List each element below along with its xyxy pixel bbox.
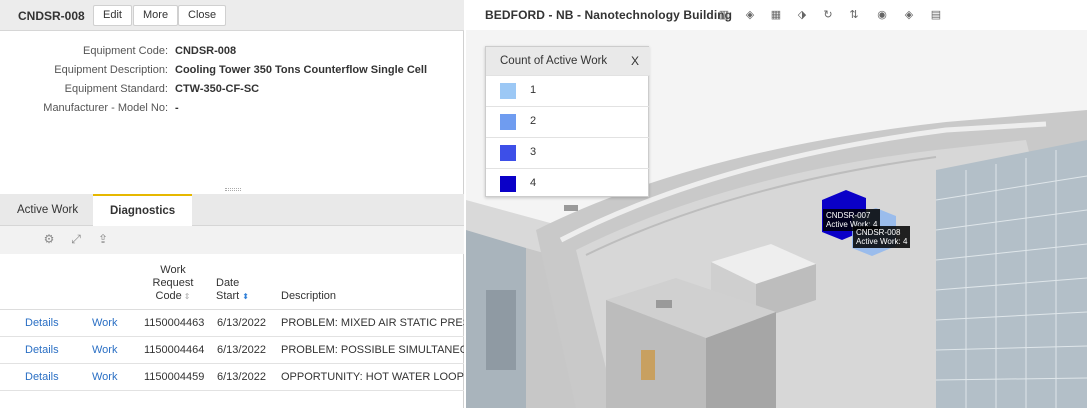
legend-swatch — [500, 114, 516, 130]
field-row-manufacturer-model: Manufacturer - Model No: - — [0, 102, 464, 121]
date-start: 6/13/2022 — [217, 317, 266, 329]
details-link[interactable]: Details — [25, 364, 59, 390]
legend-close-button[interactable]: X — [631, 54, 639, 68]
close-button[interactable]: Close — [178, 5, 227, 26]
field-value: CNDSR-008 — [175, 45, 237, 57]
table-header: Work Request Code ⇕ Date Start ⬍ Descripti… — [0, 254, 464, 310]
record-title: CNDSR-008 — [18, 9, 85, 23]
field-row-equipment-standard: Equipment Standard: CTW-350-CF-SC — [0, 83, 464, 102]
field-value: - — [175, 102, 179, 114]
description: PROBLEM: MIXED AIR STATIC PRESSURE — [281, 317, 464, 329]
legend-swatch — [500, 83, 516, 99]
legend-header: Count of Active Work X — [486, 47, 650, 75]
viewer-title: BEDFORD - NB - Nanotechnology Building — [485, 8, 733, 22]
table-row: Details Work 1150004459 6/13/2022 OPPORT… — [0, 364, 464, 391]
more-button[interactable]: More — [133, 5, 179, 26]
column-header-work-request-code[interactable]: Work Request Code ⇕ — [148, 264, 198, 303]
viewer-toolbar: BEDFORD - NB - Nanotechnology Building ▥… — [466, 0, 1087, 30]
legend-title: Count of Active Work — [500, 55, 608, 67]
legend-item: 2 — [486, 106, 650, 137]
legend-swatch — [500, 176, 516, 192]
table-toolbar: ⚙ ⤢ ⇪ — [0, 226, 464, 254]
work-request-code: 1150004459 — [144, 371, 205, 383]
date-start: 6/13/2022 — [217, 371, 266, 383]
book-icon[interactable]: ▥ — [716, 7, 732, 23]
legend-label: 4 — [530, 177, 537, 189]
legend-label: 2 — [530, 115, 537, 127]
field-value: Cooling Tower 350 Tons Counterflow Singl… — [175, 64, 427, 76]
description: OPPORTUNITY: HOT WATER LOOP TEMP — [281, 371, 464, 383]
work-link[interactable]: Work — [92, 364, 117, 390]
splitter-grip-icon[interactable] — [225, 188, 241, 191]
tag-equipment-code: CNDSR-008 — [856, 228, 901, 237]
record-header: CNDSR-008 Edit More Close — [0, 0, 464, 31]
details-link[interactable]: Details — [25, 310, 59, 336]
expand-icon[interactable]: ⤢ — [69, 232, 83, 246]
legend-item: 3 — [486, 137, 650, 168]
column-header-date-start[interactable]: Date Start ⬍ — [216, 277, 264, 303]
work-link[interactable]: Work — [92, 310, 117, 336]
equipment-tag-cndsr-008[interactable]: CNDSR-008 Active Work: 4 — [853, 226, 911, 248]
legend-item: 1 — [486, 75, 650, 106]
field-label: Equipment Code: — [83, 45, 168, 57]
table-row: Details Work 1150004464 6/13/2022 PROBLE… — [0, 337, 464, 364]
building-3d-viewer[interactable]: BEDFORD - NB - Nanotechnology Building ▥… — [466, 0, 1087, 408]
active-work-legend: Count of Active Work X 1 2 3 4 — [485, 46, 650, 199]
edit-button[interactable]: Edit — [93, 5, 132, 26]
work-request-code: 1150004464 — [144, 344, 205, 356]
eye-icon[interactable]: ◉ — [874, 7, 890, 23]
export-icon[interactable]: ⇪ — [96, 232, 110, 246]
sort-icon[interactable]: ⇕ — [184, 292, 191, 301]
field-row-equipment-code: Equipment Code: CNDSR-008 — [0, 45, 464, 64]
legend-item: 4 — [486, 168, 650, 199]
field-row-equipment-description: Equipment Description: Cooling Tower 350… — [0, 64, 464, 83]
rotate-icon[interactable]: ↻ — [820, 7, 836, 23]
legend-label: 1 — [530, 84, 537, 96]
column-header-label: Date Start — [216, 277, 240, 302]
sort-descending-icon[interactable]: ⬍ — [242, 292, 249, 301]
work-link[interactable]: Work — [92, 337, 117, 363]
date-start: 6/13/2022 — [217, 344, 266, 356]
description: PROBLEM: POSSIBLE SIMULTANEOUS OF — [281, 344, 464, 356]
tag-equipment-code: CNDSR-007 — [826, 211, 871, 220]
field-label: Manufacturer - Model No: — [43, 102, 168, 114]
legend-label: 3 — [530, 146, 537, 158]
tab-bar: Active Work Diagnostics — [0, 194, 464, 227]
grid-icon[interactable]: ▦ — [768, 7, 784, 23]
field-value: CTW-350-CF-SC — [175, 83, 260, 95]
route-icon[interactable]: ⇅ — [846, 7, 862, 23]
table-row: Details Work 1150004463 6/13/2022 PROBLE… — [0, 310, 464, 337]
equipment-fields: Equipment Code: CNDSR-008 Equipment Desc… — [0, 45, 464, 121]
field-label: Equipment Description: — [54, 64, 168, 76]
layers-icon[interactable]: ◈ — [742, 7, 758, 23]
equipment-panel: CNDSR-008 Edit More Close Equipment Code… — [0, 0, 464, 408]
tag-active-work: Active Work: 4 — [856, 237, 908, 246]
legend-swatch — [500, 145, 516, 161]
gear-icon[interactable]: ⚙ — [42, 232, 56, 246]
clipboard-icon[interactable]: ▤ — [928, 7, 944, 23]
hide-icon[interactable]: ◈ — [901, 7, 917, 23]
field-label: Equipment Standard: — [64, 83, 168, 95]
details-link[interactable]: Details — [25, 337, 59, 363]
tag-icon[interactable]: ⬗ — [794, 7, 810, 23]
resize-splitter[interactable] — [0, 186, 464, 194]
tab-diagnostics[interactable]: Diagnostics — [93, 194, 193, 227]
work-request-code: 1150004463 — [144, 317, 205, 329]
tab-active-work[interactable]: Active Work — [0, 194, 95, 226]
column-header-description[interactable]: Description — [281, 290, 336, 303]
